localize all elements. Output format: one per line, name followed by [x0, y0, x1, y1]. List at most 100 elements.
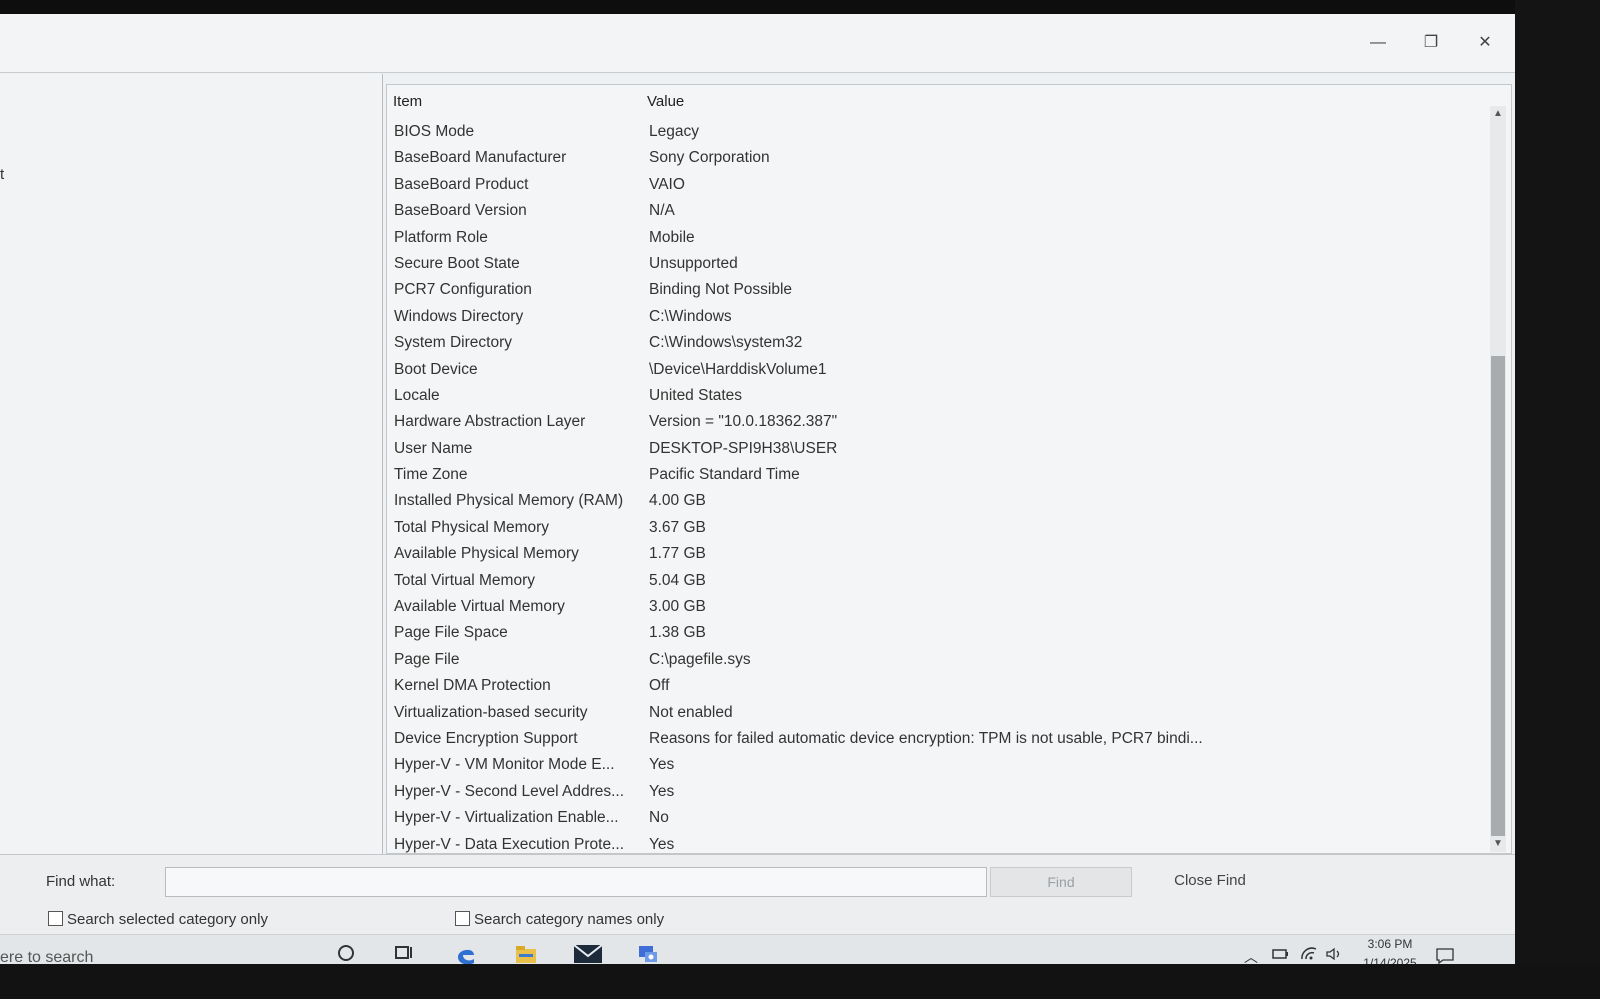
row-value-cell[interactable]: Not enabled [649, 704, 733, 722]
edge-browser-icon[interactable] [450, 943, 482, 964]
row-value-cell[interactable]: Pacific Standard Time [649, 466, 800, 484]
row-item-cell[interactable]: Virtualization-based security [394, 704, 588, 722]
table-row[interactable]: BaseBoard Manufacturer Sony Corporation [387, 147, 1477, 173]
row-value-cell[interactable]: Unsupported [649, 255, 738, 273]
row-value-cell[interactable]: Off [649, 677, 669, 695]
volume-icon[interactable] [1325, 947, 1343, 964]
system-summary-list[interactable]: Item Value BIOS Mode Legacy BaseBoard Manu… [386, 84, 1512, 854]
row-item-cell[interactable]: Total Virtual Memory [394, 572, 535, 590]
tree-item-truncated[interactable]: t [0, 166, 4, 183]
row-item-cell[interactable]: Locale [394, 387, 440, 405]
row-item-cell[interactable]: Available Physical Memory [394, 545, 579, 563]
table-row[interactable]: Platform Role Mobile [387, 227, 1477, 253]
table-row[interactable]: Kernel DMA Protection Off [387, 675, 1477, 701]
row-item-cell[interactable]: Hardware Abstraction Layer [394, 413, 585, 431]
table-row[interactable]: Boot Device \Device\HarddiskVolume1 [387, 359, 1477, 385]
row-value-cell[interactable]: Mobile [649, 229, 695, 247]
row-item-cell[interactable]: Available Virtual Memory [394, 598, 565, 616]
row-item-cell[interactable]: BaseBoard Version [394, 202, 527, 220]
row-item-cell[interactable]: User Name [394, 440, 472, 458]
find-what-input[interactable] [165, 867, 987, 897]
row-value-cell[interactable]: DESKTOP-SPI9H38\USER [649, 440, 837, 458]
row-item-cell[interactable]: Time Zone [394, 466, 468, 484]
taskbar-clock[interactable]: 3:06 PM 1/14/2025 [1350, 935, 1430, 964]
category-tree-pane[interactable]: t [0, 74, 383, 854]
table-row[interactable]: BIOS Mode Legacy [387, 121, 1477, 147]
system-information-icon[interactable] [632, 943, 664, 964]
search-category-names-checkbox[interactable]: Search category names only [455, 911, 664, 928]
table-row[interactable]: Time Zone Pacific Standard Time [387, 464, 1477, 490]
row-item-cell[interactable]: BaseBoard Product [394, 176, 528, 194]
table-row[interactable]: Virtualization-based security Not enabled [387, 702, 1477, 728]
table-row[interactable]: Page File Space 1.38 GB [387, 622, 1477, 648]
checkbox-icon[interactable] [455, 911, 470, 926]
row-value-cell[interactable]: \Device\HarddiskVolume1 [649, 361, 826, 379]
row-item-cell[interactable]: BaseBoard Manufacturer [394, 149, 566, 167]
table-row[interactable]: User Name DESKTOP-SPI9H38\USER [387, 438, 1477, 464]
row-value-cell[interactable]: 3.00 GB [649, 598, 706, 616]
table-row[interactable]: Hyper-V - Virtualization Enable... No [387, 807, 1477, 833]
table-row[interactable]: Locale United States [387, 385, 1477, 411]
table-row[interactable]: BaseBoard Product VAIO [387, 174, 1477, 200]
row-item-cell[interactable]: Kernel DMA Protection [394, 677, 551, 695]
row-value-cell[interactable]: Binding Not Possible [649, 281, 792, 299]
column-header-value[interactable]: Value [647, 93, 684, 110]
show-hidden-icons-icon[interactable]: ︿ [1244, 947, 1258, 964]
maximize-button[interactable]: ❐ [1408, 28, 1454, 58]
mail-icon[interactable] [572, 943, 604, 964]
row-value-cell[interactable]: Version = "10.0.18362.387" [649, 413, 837, 431]
row-value-cell[interactable]: C:\Windows [649, 308, 732, 326]
row-value-cell[interactable]: C:\pagefile.sys [649, 651, 751, 669]
scrollbar-thumb[interactable] [1491, 356, 1505, 836]
table-row[interactable]: Windows Directory C:\Windows [387, 306, 1477, 332]
row-value-cell[interactable]: Yes [649, 783, 674, 801]
checkbox-icon[interactable] [48, 911, 63, 926]
table-row[interactable]: Device Encryption Support Reasons for fai… [387, 728, 1477, 754]
row-value-cell[interactable]: Yes [649, 836, 674, 854]
row-value-cell[interactable]: No [649, 809, 669, 827]
table-row[interactable]: Total Physical Memory 3.67 GB [387, 517, 1477, 543]
row-value-cell[interactable]: United States [649, 387, 742, 405]
table-row[interactable]: Page File C:\pagefile.sys [387, 649, 1477, 675]
row-item-cell[interactable]: Hyper-V - Second Level Addres... [394, 783, 624, 801]
row-item-cell[interactable]: Page File [394, 651, 459, 669]
row-item-cell[interactable]: Hyper-V - Virtualization Enable... [394, 809, 619, 827]
wifi-icon[interactable] [1300, 947, 1318, 964]
close-button[interactable]: ✕ [1462, 28, 1508, 58]
table-row[interactable]: Hyper-V - VM Monitor Mode E... Yes [387, 754, 1477, 780]
row-item-cell[interactable]: Hyper-V - Data Execution Prote... [394, 836, 624, 854]
vertical-scrollbar[interactable]: ▲ ▼ [1490, 106, 1506, 852]
row-item-cell[interactable]: Boot Device [394, 361, 478, 379]
row-item-cell[interactable]: Total Physical Memory [394, 519, 549, 537]
battery-icon[interactable] [1272, 947, 1290, 964]
row-item-cell[interactable]: Secure Boot State [394, 255, 520, 273]
row-value-cell[interactable]: 1.77 GB [649, 545, 706, 563]
row-value-cell[interactable]: 1.38 GB [649, 624, 706, 642]
row-value-cell[interactable]: VAIO [649, 176, 685, 194]
file-explorer-icon[interactable] [510, 943, 542, 964]
row-value-cell[interactable]: 5.04 GB [649, 572, 706, 590]
search-selected-category-checkbox[interactable]: Search selected category only [48, 911, 268, 928]
table-row[interactable]: Available Physical Memory 1.77 GB [387, 543, 1477, 569]
row-value-cell[interactable]: Reasons for failed automatic device encr… [649, 730, 1203, 748]
table-row[interactable]: Total Virtual Memory 5.04 GB [387, 570, 1477, 596]
action-center-icon[interactable] [1435, 947, 1455, 964]
row-item-cell[interactable]: Installed Physical Memory (RAM) [394, 492, 623, 510]
row-item-cell[interactable]: Platform Role [394, 229, 488, 247]
table-row[interactable]: Secure Boot State Unsupported [387, 253, 1477, 279]
table-row[interactable]: Hyper-V - Second Level Addres... Yes [387, 781, 1477, 807]
table-row[interactable]: Installed Physical Memory (RAM) 4.00 GB [387, 490, 1477, 516]
table-row[interactable]: PCR7 Configuration Binding Not Possible [387, 279, 1477, 305]
column-header-item[interactable]: Item [393, 93, 422, 110]
row-item-cell[interactable]: BIOS Mode [394, 123, 474, 141]
row-item-cell[interactable]: Device Encryption Support [394, 730, 578, 748]
row-value-cell[interactable]: Legacy [649, 123, 699, 141]
row-value-cell[interactable]: Sony Corporation [649, 149, 770, 167]
row-item-cell[interactable]: Windows Directory [394, 308, 523, 326]
find-button[interactable]: Find [990, 867, 1132, 897]
table-row[interactable]: Available Virtual Memory 3.00 GB [387, 596, 1477, 622]
minimize-button[interactable]: — [1355, 28, 1401, 58]
row-value-cell[interactable]: C:\Windows\system32 [649, 334, 802, 352]
row-item-cell[interactable]: PCR7 Configuration [394, 281, 532, 299]
taskbar-search-box[interactable]: ere to search [0, 949, 93, 964]
